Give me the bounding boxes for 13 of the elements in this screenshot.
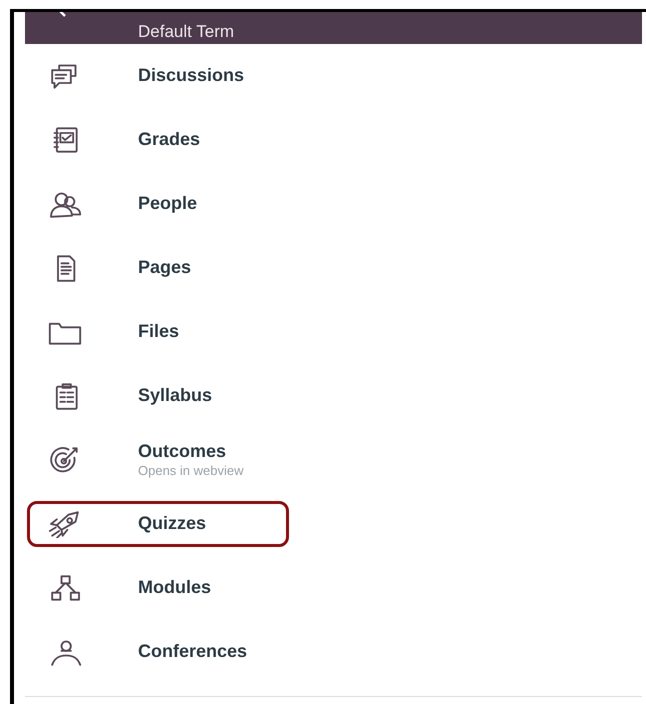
nav-link[interactable]: Modules xyxy=(138,577,212,599)
nav-link[interactable]: Quizzes xyxy=(138,513,206,535)
nav-link[interactable]: Conferences xyxy=(138,641,248,663)
people-icon xyxy=(47,190,83,218)
item-subtitle: Opens in webview xyxy=(138,463,244,479)
nav-link[interactable]: Discussions xyxy=(138,65,244,87)
nav-link[interactable]: Grades xyxy=(138,129,200,151)
course-term: Default Term xyxy=(138,22,234,43)
nav-link[interactable]: Files xyxy=(138,321,180,343)
nav-link[interactable]: Outcomes xyxy=(138,441,244,463)
nav-link[interactable]: People xyxy=(138,193,198,215)
nav-link[interactable]: Pages xyxy=(138,257,192,279)
nav-link[interactable]: Syllabus xyxy=(138,385,212,407)
